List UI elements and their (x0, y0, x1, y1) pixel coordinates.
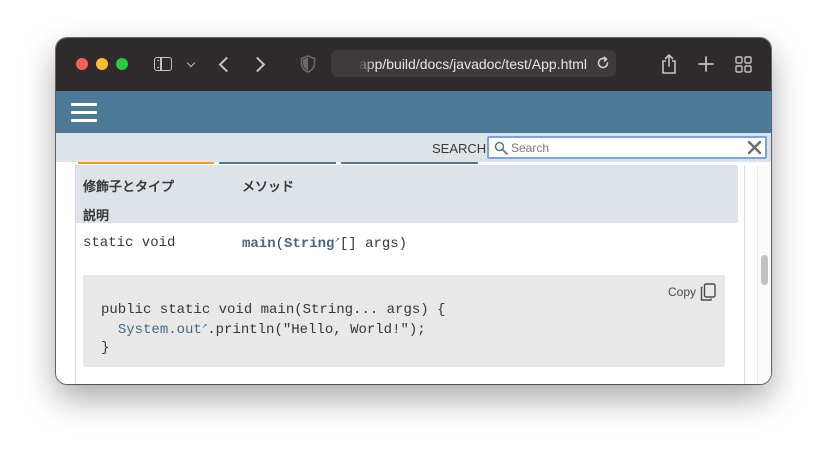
address-url: app/build/docs/javadoc/test/App.html (359, 56, 588, 72)
browser-window: app/build/docs/javadoc/test/App.html SEA… (56, 38, 771, 384)
type-link-string[interactable]: String (284, 236, 334, 252)
tab-all-methods[interactable] (78, 162, 214, 164)
scrollbar-thumb[interactable] (761, 255, 768, 285)
reload-icon[interactable] (596, 56, 610, 70)
code-line-2: System.out↗.println("Hello, World!"); (117, 321, 426, 338)
code-snippet: Copy public static void main(String... a… (83, 275, 725, 367)
menu-icon[interactable] (71, 103, 97, 122)
copy-icon (700, 283, 716, 301)
search-label: SEARCH: (432, 141, 490, 156)
reset-search-icon[interactable] (747, 140, 762, 155)
copy-button[interactable]: Copy (668, 282, 716, 302)
header-description: 説明 (83, 208, 110, 223)
tab-concrete-methods[interactable] (341, 162, 478, 164)
search-input[interactable] (511, 139, 741, 157)
sub-nav-bar: SEARCH: (56, 133, 771, 162)
code-line-3: } (101, 340, 110, 356)
share-icon[interactable] (660, 52, 678, 76)
browser-toolbar: app/build/docs/javadoc/test/App.html (56, 38, 771, 91)
method-summary-header: 修飾子とタイプ メソッド 説明 (76, 165, 738, 223)
close-window-button[interactable] (76, 58, 88, 70)
tab-static-methods[interactable] (219, 162, 336, 164)
address-bar[interactable]: app/build/docs/javadoc/test/App.html (331, 50, 616, 77)
tab-overview-icon[interactable] (734, 52, 752, 76)
header-modifier-and-type: 修飾子とタイプ (83, 179, 175, 194)
minimize-window-button[interactable] (96, 58, 108, 70)
row-method-signature: main(String↗[] args) (242, 235, 408, 252)
row-modifier: static void (83, 235, 176, 251)
chevron-down-icon[interactable] (185, 52, 197, 76)
sidebar-toggle-icon[interactable] (153, 52, 173, 76)
table-row: static void main(String↗[] args) (76, 223, 738, 261)
code-line-1: public static void main(String... args) … (101, 302, 446, 318)
top-nav-bar (56, 91, 771, 133)
page-content: SEARCH: 修飾子とタイプ メソッド 説明 (56, 91, 771, 384)
system-out-link[interactable]: System.out (118, 322, 202, 338)
back-icon[interactable] (216, 52, 235, 76)
copy-label: Copy (668, 285, 697, 299)
search-icon (494, 141, 508, 155)
search-box (487, 136, 767, 159)
new-tab-icon[interactable] (697, 52, 715, 76)
privacy-shield-icon[interactable] (299, 52, 317, 76)
method-link-main[interactable]: main (242, 236, 276, 252)
zoom-window-button[interactable] (116, 58, 128, 70)
forward-icon[interactable] (249, 52, 268, 76)
vertical-scrollbar[interactable] (757, 165, 771, 384)
header-method: メソッド (242, 179, 295, 194)
